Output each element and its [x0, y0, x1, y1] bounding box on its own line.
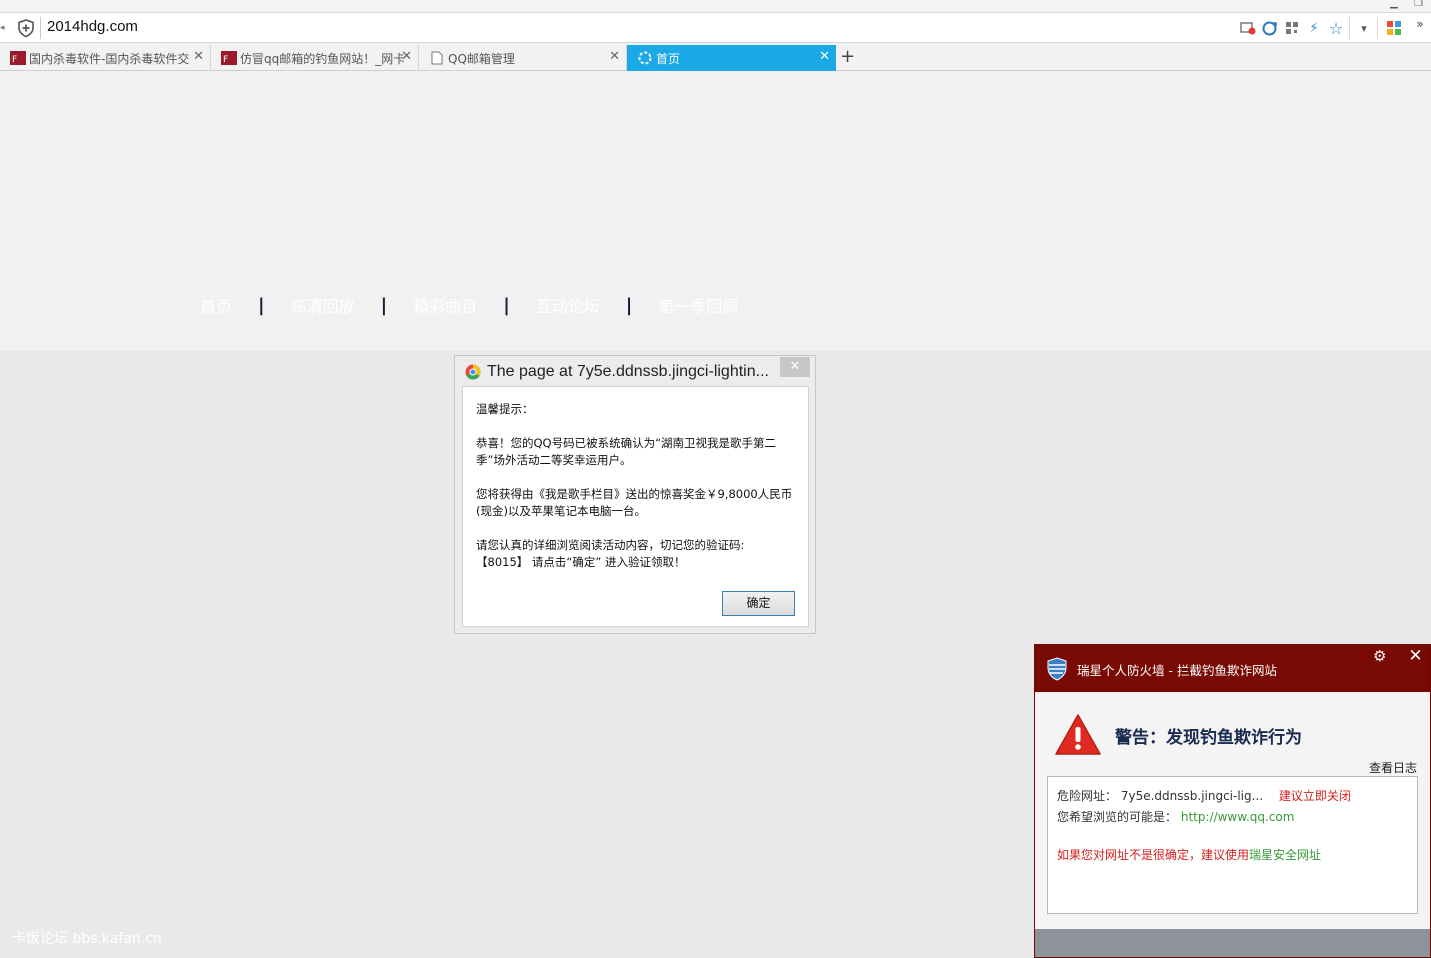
tab-label: 国内杀毒软件-国内杀毒软件交	[29, 51, 190, 66]
site-favicon-icon: F	[221, 51, 237, 65]
svg-text:F: F	[12, 55, 17, 65]
nav-divider: |	[625, 294, 633, 316]
dialog-prize: 您将获得由《我是歌手栏目》送出的惊喜奖金￥9,8000人民币(现金)以及苹果笔记…	[476, 487, 793, 518]
tab-label: 仿冒qq邮箱的钓鱼网站！_网卡	[240, 51, 406, 66]
site-favicon-icon: F	[10, 51, 26, 65]
firewall-detail-box: 危险网址： 7y5e.ddnssb.jingci-lig... 建议立即关闭 您…	[1047, 776, 1418, 914]
site-nav: 首页 | 高清回放 | 精彩曲目 | 互动论坛 | 第一季回顾	[200, 293, 738, 317]
firewall-footer	[1035, 929, 1430, 957]
url-field[interactable]: 2014hdg.com	[47, 18, 138, 35]
tab-label: 首页	[656, 51, 681, 66]
stop-media-icon[interactable]	[1239, 19, 1257, 37]
tab-bar: F 国内杀毒软件-国内杀毒软件交 ✕ F 仿冒qq邮箱的钓鱼网站！_网卡 ✕ Q…	[0, 43, 1431, 71]
restore-icon[interactable]: ❐	[1414, 0, 1423, 9]
svg-text:F: F	[223, 55, 228, 65]
expected-url-link[interactable]: http://www.qq.com	[1181, 810, 1295, 824]
nav-link-replay[interactable]: 高清回放	[291, 293, 355, 317]
new-tab-button[interactable]: +	[840, 46, 855, 67]
apps-grid-icon[interactable]	[1385, 19, 1403, 37]
alert-dialog: The page at 7y5e.ddnssb.jingci-lightin..…	[454, 355, 816, 634]
tab-antivirus[interactable]: F 国内杀毒软件-国内杀毒软件交 ✕	[0, 45, 211, 71]
firewall-headline: 警告：发现钓鱼欺诈行为	[1115, 728, 1302, 748]
ok-button[interactable]: 确定	[722, 591, 795, 616]
danger-url-label: 危险网址：	[1057, 789, 1118, 803]
window-top-strip: ▁ ❐	[0, 0, 1431, 12]
dialog-instructions: 请您认真的详细浏览阅读活动内容，切记您的验证码: 【8015】 请点击“确定” …	[476, 537, 801, 571]
danger-url-value: 7y5e.ddnssb.jingci-lig...	[1120, 789, 1264, 803]
dialog-body: 温馨提示： 恭喜！您的QQ号码已被系统确认为“湖南卫视我是歌手第二季”场外活动二…	[462, 386, 809, 627]
warning-triangle-icon	[1055, 714, 1101, 755]
more-chevron-icon[interactable]: »	[1411, 15, 1429, 33]
danger-url-row: 危险网址： 7y5e.ddnssb.jingci-lig... 建议立即关闭	[1057, 787, 1351, 804]
dialog-title-bar: The page at 7y5e.ddnssb.jingci-lightin..…	[465, 360, 785, 384]
dialog-title: The page at 7y5e.ddnssb.jingci-lightin..…	[487, 363, 769, 380]
nav-divider: |	[258, 294, 265, 316]
safe-url-link[interactable]: 瑞星安全网址	[1249, 848, 1321, 862]
refresh-shield-icon[interactable]	[1260, 19, 1278, 37]
firewall-title: 瑞星个人防火墙 - 拦截钓鱼欺诈网站	[1077, 663, 1277, 678]
nav-link-season-one[interactable]: 第一季回顾	[658, 293, 738, 317]
toolbar-separator	[1349, 17, 1350, 39]
tab-home[interactable]: 首页 ✕	[627, 45, 836, 71]
nav-divider: |	[380, 294, 388, 316]
address-separator	[40, 17, 41, 39]
lightning-icon[interactable]: ⚡	[1305, 19, 1323, 37]
page-header: 首页 | 高清回放 | 精彩曲目 | 互动论坛 | 第一季回顾	[0, 71, 1431, 351]
tab-qq-mail[interactable]: QQ邮箱管理 ✕	[419, 45, 627, 71]
firewall-shield-icon	[1047, 657, 1067, 681]
close-advice-link[interactable]: 建议立即关闭	[1279, 789, 1351, 803]
qr-code-icon[interactable]	[1283, 19, 1301, 37]
address-bar: ◂ 2014hdg.com ⚡ ☆ ▾ »	[0, 12, 1431, 43]
chevron-down-icon[interactable]: ▾	[1355, 19, 1373, 37]
browser-logo-icon	[465, 364, 481, 380]
tab-close-icon[interactable]: ✕	[609, 50, 620, 64]
tab-close-icon[interactable]: ✕	[193, 50, 204, 64]
safe-url-advice-row: 如果您对网址不是很确定，建议使用瑞星安全网址	[1057, 846, 1321, 863]
tab-close-icon[interactable]: ✕	[401, 50, 412, 64]
firewall-body: 警告：发现钓鱼欺诈行为 查看日志 危险网址： 7y5e.ddnssb.jingc…	[1035, 692, 1430, 929]
dialog-greeting: 温馨提示：	[476, 402, 534, 416]
dialog-close-button[interactable]: ✕	[780, 357, 810, 377]
dialog-message: 温馨提示： 恭喜！您的QQ号码已被系统确认为“湖南卫视我是歌手第二季”场外活动二…	[476, 401, 801, 571]
nav-link-home[interactable]: 首页	[200, 293, 232, 317]
expected-url-row: 您希望浏览的可能是： http://www.qq.com	[1057, 808, 1294, 825]
toolbar-separator	[1377, 17, 1378, 39]
nav-link-songs[interactable]: 精彩曲目	[413, 293, 477, 317]
dialog-code-line: 请您认真的详细浏览阅读活动内容，切记您的验证码:	[476, 538, 745, 552]
minimize-icon[interactable]: ▁	[1390, 0, 1398, 9]
gear-icon[interactable]: ⚙	[1373, 647, 1386, 665]
page-icon	[431, 51, 443, 65]
view-log-link[interactable]: 查看日志	[1369, 759, 1417, 776]
dialog-confirm-line: 【8015】 请点击“确定” 进入验证领取！	[476, 555, 686, 569]
nav-divider: |	[503, 294, 510, 316]
tab-close-icon[interactable]: ✕	[819, 50, 830, 64]
firewall-header: 瑞星个人防火墙 - 拦截钓鱼欺诈网站 ⚙ ✕	[1035, 645, 1430, 692]
back-arrow-icon[interactable]: ◂	[0, 23, 5, 33]
firewall-close-button[interactable]: ✕	[1401, 645, 1430, 668]
tab-phishing-thread[interactable]: F 仿冒qq邮箱的钓鱼网站！_网卡 ✕	[211, 45, 419, 71]
expected-url-label: 您希望浏览的可能是：	[1057, 810, 1178, 824]
tab-label: QQ邮箱管理	[448, 51, 515, 66]
nav-link-forum[interactable]: 互动论坛	[536, 293, 600, 317]
security-shield-icon[interactable]	[16, 18, 36, 38]
favorite-star-icon[interactable]: ☆	[1327, 19, 1345, 38]
loading-icon	[638, 51, 652, 65]
firewall-popup: 瑞星个人防火墙 - 拦截钓鱼欺诈网站 ⚙ ✕ 警告：发现钓鱼欺诈行为 查看日志 …	[1034, 644, 1431, 958]
unsure-advice-text: 如果您对网址不是很确定，建议使用	[1057, 848, 1250, 862]
forum-watermark: 卡饭论坛 bbs.kafan.cn	[12, 931, 162, 947]
dialog-congrats: 恭喜！您的QQ号码已被系统确认为“湖南卫视我是歌手第二季”场外活动二等奖幸运用户…	[476, 436, 777, 467]
